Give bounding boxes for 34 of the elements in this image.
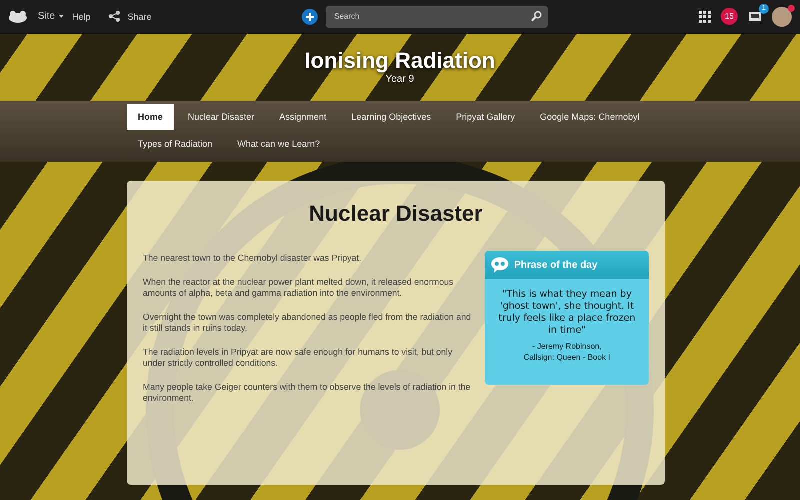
share-icon[interactable]: [108, 11, 120, 22]
help-link[interactable]: Help: [72, 12, 91, 22]
caret-icon[interactable]: [59, 15, 64, 18]
nav-tab[interactable]: Home: [127, 104, 174, 130]
body-paragraph: When the reactor at the nuclear power plant melted down, it released enormous amounts of alpha, beta and gamma radiation into the environment.: [143, 277, 455, 299]
site-subtitle: Year 9: [386, 74, 414, 85]
quote-attribution: - Jeremy Robinson,: [531, 341, 603, 352]
nav-tab[interactable]: Pripyat Gallery: [445, 104, 526, 130]
search-icon[interactable]: [531, 10, 542, 22]
body-paragraph: The nearest town to the Chernobyl disaster was Pripyat.: [143, 253, 363, 264]
quote-text: "This is what they mean by 'ghost town', she thought. It truly feels like a place frozen in time": [498, 289, 637, 337]
body-paragraph: The radiation levels in Pripyat are now safe enough for humans to visit, but only under strictly controlled conditions.: [143, 347, 454, 369]
site-menu[interactable]: Site: [38, 11, 56, 22]
notification-count-badge[interactable]: 15: [721, 8, 738, 25]
apps-grid-icon[interactable]: [699, 10, 711, 22]
body-paragraph: Many people take Geiger counters with them to observe the levels of radiation in the environment.: [143, 382, 472, 404]
panel-title: Phrase of the day: [514, 260, 598, 270]
inbox-icon[interactable]: [748, 10, 762, 22]
quote-attribution: Callsign: Queen - Book I: [522, 352, 612, 363]
nav-tab[interactable]: What can we Learn?: [226, 131, 332, 157]
search-field[interactable]: Search: [326, 6, 548, 28]
nav-tab[interactable]: Learning Objectives: [340, 104, 442, 130]
add-button-icon[interactable]: [302, 8, 318, 24]
share-link[interactable]: Share: [128, 12, 152, 22]
user-avatar[interactable]: [772, 6, 792, 26]
nav-tab[interactable]: Nuclear Disaster: [177, 104, 266, 130]
nav-tab[interactable]: Types of Radiation: [127, 131, 224, 157]
speech-bubble-icon: [491, 257, 510, 273]
nav-tab[interactable]: Google Maps: Chernobyl: [529, 104, 651, 130]
body-paragraph: Overnight the town was completely abandoned as people fled from the radiation and it still stands in ruins today.: [143, 312, 472, 334]
alert-dot: [788, 4, 795, 12]
frog-logo-icon[interactable]: [8, 10, 28, 22]
page-heading: Nuclear Disaster: [308, 201, 484, 227]
nav-tab[interactable]: Assignment: [268, 104, 338, 130]
